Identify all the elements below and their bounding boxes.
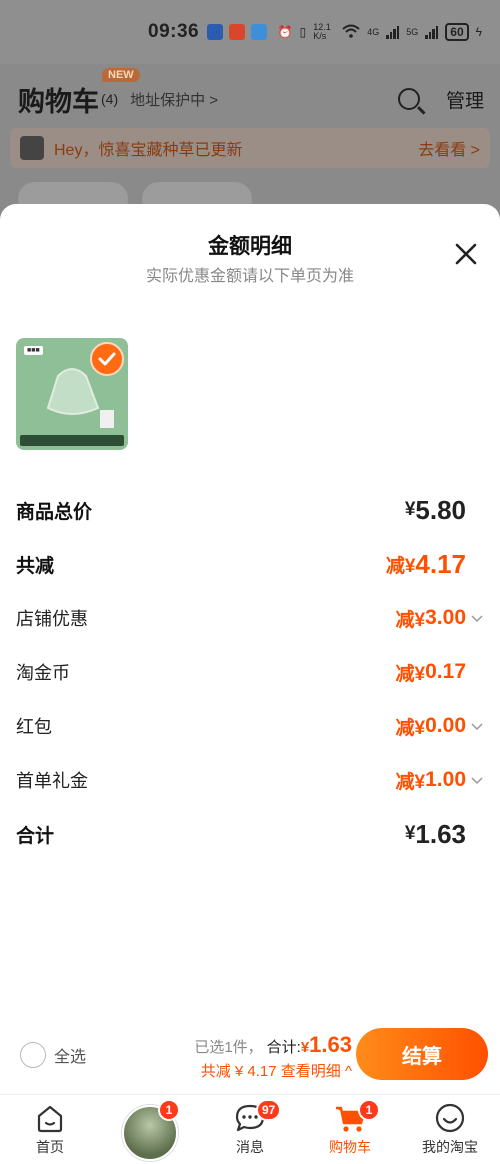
wifi-icon <box>342 24 360 41</box>
vibrate-icon: ▯ <box>299 25 307 39</box>
row-total-price: 商品总价 ¥ 5.80 <box>16 492 484 528</box>
checkout-button[interactable]: 结算 <box>356 1028 488 1080</box>
notice-text: Hey，惊喜宝藏种草已更新 <box>54 142 243 159</box>
app-notification-icon <box>229 24 246 40</box>
bottom-tab-bar: 首页 1 消息 97 购物车 1 我的淘宝 <box>0 1094 500 1164</box>
address-protection-link[interactable]: 地址保护中 > <box>130 89 218 110</box>
row-first-order-gift[interactable]: 首单礼金 减¥ 1.00 <box>16 762 484 798</box>
status-time: 09:36 <box>148 21 200 42</box>
select-all-label: 全选 <box>54 1049 87 1066</box>
total-currency: ¥ <box>300 1039 310 1056</box>
row-label: 红包 <box>16 717 52 737</box>
cart-page-title: 购物车 <box>18 86 99 117</box>
network-speed: 12.1 K/s <box>313 22 331 41</box>
status-bar: 09:36 ⏰ ▯ 12.1 K/s 4G 5G 60 ϟ <box>0 0 500 64</box>
selected-count: 已选1件， <box>194 1039 263 1056</box>
tab-badge: 1 <box>358 1099 380 1121</box>
tab-label: 购物车 <box>329 1139 371 1155</box>
total-amount: 1.63 <box>309 1032 352 1057</box>
new-badge: NEW <box>102 68 140 82</box>
network-4g-label: 4G <box>367 27 380 37</box>
tab-cart[interactable]: 购物车 1 <box>300 1095 400 1164</box>
tab-avatar[interactable]: 1 <box>100 1095 200 1164</box>
alarm-icon: ⏰ <box>277 25 293 39</box>
profile-icon <box>435 1103 465 1133</box>
charging-icon: ϟ <box>475 25 482 39</box>
row-value: ¥ 5.80 <box>404 494 466 525</box>
select-all-toggle[interactable]: 全选 <box>20 1042 86 1068</box>
row-value: 减¥ 1.00 <box>396 767 484 794</box>
row-red-packet[interactable]: 红包 减¥ 0.00 <box>16 708 484 744</box>
tab-badge: 97 <box>256 1099 282 1121</box>
view-details-link[interactable]: 共减 ¥ 4.17 查看明细 ^ <box>194 1060 352 1081</box>
tab-my-taobao[interactable]: 我的淘宝 <box>400 1095 500 1164</box>
app-notification-icon <box>251 24 268 40</box>
row-value: 减¥ 3.00 <box>396 605 484 632</box>
status-app-icons <box>207 24 268 40</box>
product-thumbnail-footer <box>20 435 124 446</box>
background-header: 购物车 NEW (4) 地址保护中 > 管理 <box>18 68 484 124</box>
row-grand-total: 合计 ¥ 1.63 <box>16 816 484 852</box>
chevron-down-icon[interactable] <box>470 719 484 733</box>
home-icon <box>37 1105 63 1133</box>
background-page: 购物车 NEW (4) 地址保护中 > 管理 Hey，惊喜宝藏种草已更新 去看看… <box>0 64 500 224</box>
app-notification-icon <box>207 24 224 40</box>
tab-label: 首页 <box>36 1139 64 1155</box>
battery-icon: 60 <box>445 23 469 41</box>
selected-check-icon[interactable] <box>90 342 124 376</box>
row-label: 淘金币 <box>16 663 70 683</box>
tab-messages[interactable]: 消息 97 <box>200 1095 300 1164</box>
row-label: 商品总价 <box>16 501 93 523</box>
total-label: 合计: <box>266 1039 301 1056</box>
checkout-bar: 全选 已选1件， 合计: ¥ 1.63 共减 ¥ 4.17 查看明细 ^ 结算 <box>0 1022 500 1094</box>
row-label: 合计 <box>16 825 55 847</box>
signal-icon <box>425 25 439 39</box>
tab-badge: 1 <box>158 1099 180 1121</box>
status-indicators: ⏰ ▯ 12.1 K/s 4G 5G 60 ϟ <box>278 23 482 41</box>
price-summary: 已选1件， 合计: ¥ 1.63 共减 ¥ 4.17 查看明细 ^ <box>194 1032 352 1081</box>
row-value: 减¥ 4.17 <box>385 548 466 579</box>
notice-banner[interactable]: Hey，惊喜宝藏种草已更新 去看看 > <box>10 128 490 168</box>
cart-count: (4) <box>101 91 119 107</box>
row-shop-discount[interactable]: 店铺优惠 减¥ 3.00 <box>16 600 484 636</box>
row-label: 首单礼金 <box>16 771 88 791</box>
signal-icon <box>386 25 400 39</box>
summary-total-line: 已选1件， 合计: ¥ 1.63 <box>194 1032 352 1058</box>
row-label: 店铺优惠 <box>16 609 88 629</box>
close-icon[interactable] <box>452 240 480 268</box>
row-value: 减¥ 0.00 <box>396 713 484 740</box>
row-label: 共减 <box>16 555 55 577</box>
row-value: ¥ 1.63 <box>404 818 466 849</box>
chevron-down-icon[interactable] <box>470 611 484 625</box>
row-total-discount: 共减 减¥ 4.17 <box>16 546 484 582</box>
sheet-subtitle: 实际优惠金额请以下单页为准 <box>145 268 354 285</box>
tab-label: 我的淘宝 <box>422 1139 478 1155</box>
row-taojinbi: 淘金币 减¥ 0.17 <box>16 654 484 690</box>
search-icon[interactable] <box>397 88 420 110</box>
sheet-title: 金额明细 <box>208 235 292 258</box>
chevron-down-icon[interactable] <box>470 773 484 787</box>
notice-avatar <box>20 136 44 160</box>
tab-home[interactable]: 首页 <box>0 1095 100 1164</box>
row-value: 减¥ 0.17 <box>395 660 466 685</box>
notice-link[interactable]: 去看看 > <box>418 136 480 160</box>
tab-label: 消息 <box>236 1139 264 1155</box>
select-all-radio[interactable] <box>20 1042 46 1068</box>
manage-button[interactable]: 管理 <box>446 86 484 113</box>
network-5g-label: 5G <box>406 27 419 37</box>
amount-detail-sheet: 金额明细 实际优惠金额请以下单页为准 ■■■ 商品总价 ¥ 5.80 共减 减¥… <box>0 204 500 1094</box>
